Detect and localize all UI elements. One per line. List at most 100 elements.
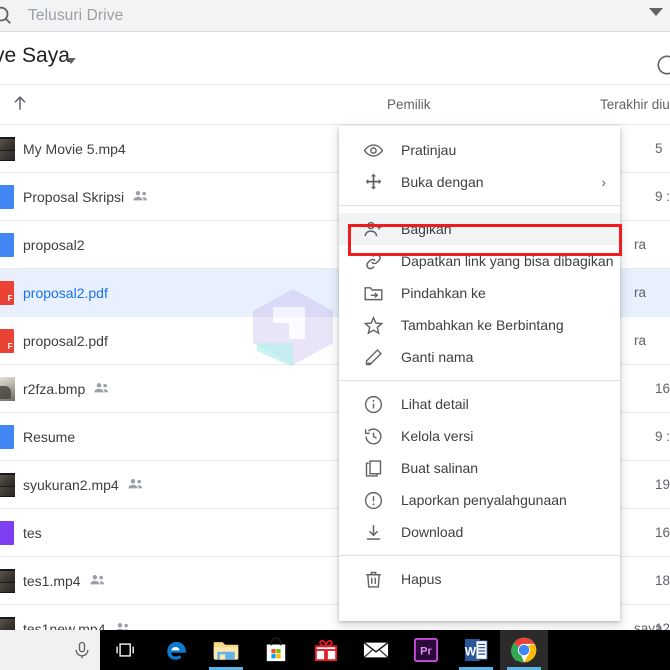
star-icon: [361, 313, 385, 337]
svg-text:Pr: Pr: [420, 646, 432, 658]
cell-modified: 18: [655, 573, 670, 588]
menu-item-label: Download: [401, 524, 464, 540]
menu-item-label: Tambahkan ke Berbintang: [401, 317, 564, 333]
windows-taskbar[interactable]: Pr W: [0, 630, 670, 670]
pencil-icon: [361, 345, 385, 369]
file-explorer-icon[interactable]: [202, 630, 250, 670]
open-with-icon: [361, 170, 385, 194]
microsoft-edge-icon[interactable]: [153, 630, 201, 670]
file-name[interactable]: proposal2: [23, 221, 85, 269]
search-bar[interactable]: Telusuri Drive: [0, 0, 670, 31]
pdf-file-icon: [0, 281, 15, 305]
page-title: ve Saya: [0, 44, 70, 67]
menu-item-download[interactable]: Download: [339, 516, 620, 548]
search-icon[interactable]: [0, 3, 14, 27]
microsoft-store-icon[interactable]: [252, 630, 300, 670]
google-slides-icon: [0, 521, 15, 545]
menu-item-tambahkan-ke-berbintang[interactable]: Tambahkan ke Berbintang: [339, 309, 620, 341]
menu-item-label: Buat salinan: [401, 460, 479, 476]
menu-item-label: Buka dengan: [401, 174, 484, 190]
menu-item-buka-dengan[interactable]: Buka dengan ›: [339, 166, 620, 198]
link-icon: [361, 249, 385, 273]
menu-item-dapatkan-link-yang-bisa-dibagikan[interactable]: Dapatkan link yang bisa dibagikan: [339, 245, 620, 277]
file-name[interactable]: Resume: [23, 413, 75, 461]
chevron-down-icon[interactable]: [66, 58, 76, 64]
menu-item-label: Dapatkan link yang bisa dibagikan: [401, 253, 614, 269]
google-drive-window: Telusuri Drive ve Saya Pemilik Terakhir …: [0, 0, 670, 670]
menu-item-label: Pratinjau: [401, 142, 457, 158]
shared-people-icon: [114, 621, 131, 630]
task-view-icon[interactable]: [102, 630, 150, 670]
help-icon[interactable]: [656, 54, 670, 76]
history-icon: [361, 424, 385, 448]
file-name[interactable]: tes1new.mp4: [23, 605, 106, 630]
file-name[interactable]: tes1.mp4: [23, 557, 81, 605]
google-chrome-icon[interactable]: [500, 630, 548, 670]
cell-modified: 19: [655, 477, 670, 492]
trash-icon: [361, 567, 385, 591]
context-menu[interactable]: Pratinjau Buka dengan › Bagikan Dapatkan lin…: [339, 126, 620, 621]
video-file-icon: [0, 137, 15, 161]
cell-modified: 16: [655, 525, 670, 540]
google-docs-icon: [0, 185, 15, 209]
search-input-placeholder[interactable]: Telusuri Drive: [28, 0, 123, 31]
column-header-owner[interactable]: Pemilik: [387, 85, 431, 124]
menu-item-label: Laporkan penyalahgunaan: [401, 492, 567, 508]
menu-item-label: Pindahkan ke: [401, 285, 486, 301]
menu-item-label: Hapus: [401, 571, 442, 587]
menu-separator: [339, 380, 620, 381]
menu-item-pindahkan-ke[interactable]: Pindahkan ke: [339, 277, 620, 309]
download-icon: [361, 520, 385, 544]
copy-icon: [361, 456, 385, 480]
file-name[interactable]: tes: [23, 509, 42, 557]
menu-item-lihat-detail[interactable]: Lihat detail: [339, 388, 620, 420]
cell-modified: 5: [655, 141, 663, 156]
file-name[interactable]: proposal2.pdf: [23, 317, 108, 365]
menu-item-label: Bagikan: [401, 221, 452, 237]
menu-item-ganti-nama[interactable]: Ganti nama: [339, 341, 620, 373]
file-name[interactable]: My Movie 5.mp4: [23, 125, 126, 173]
menu-item-label: Ganti nama: [401, 349, 474, 365]
shared-people-icon: [132, 189, 149, 204]
file-name[interactable]: Proposal Skripsi: [23, 173, 124, 221]
image-file-icon: [0, 377, 15, 401]
menu-item-bagikan[interactable]: Bagikan: [339, 213, 620, 245]
menu-item-pratinjau[interactable]: Pratinjau: [339, 134, 620, 166]
cell-owner: ra: [634, 333, 647, 348]
mail-icon[interactable]: [352, 630, 400, 670]
premiere-pro-icon[interactable]: Pr: [402, 630, 450, 670]
google-docs-icon: [0, 233, 15, 257]
cell-modified: 12 Jul 2019: [655, 621, 670, 630]
chevron-right-icon: ›: [601, 174, 606, 190]
gift-icon[interactable]: [302, 630, 350, 670]
pdf-file-icon: [0, 329, 15, 353]
menu-item-label: Kelola versi: [401, 428, 474, 444]
cell-modified: 16: [655, 381, 670, 396]
shared-people-icon: [127, 477, 144, 492]
caret-down-icon[interactable]: [649, 8, 663, 16]
arrow-up-icon[interactable]: [10, 93, 32, 115]
menu-item-buat-salinan[interactable]: Buat salinan: [339, 452, 620, 484]
cell-modified: 9 :: [655, 429, 670, 444]
menu-item-laporkan-penyalahgunaan[interactable]: Laporkan penyalahgunaan: [339, 484, 620, 516]
cell-owner: ra: [634, 285, 647, 300]
column-header-modified[interactable]: Terakhir diu: [600, 85, 670, 124]
shared-people-icon: [89, 573, 106, 588]
svg-text:W: W: [465, 645, 477, 659]
cell-owner: ra: [634, 237, 647, 252]
google-docs-icon: [0, 425, 15, 449]
video-file-icon: [0, 617, 15, 630]
menu-item-kelola-versi[interactable]: Kelola versi: [339, 420, 620, 452]
file-name[interactable]: proposal2.pdf: [23, 269, 108, 317]
menu-item-hapus[interactable]: Hapus: [339, 563, 620, 595]
cortana-mic-icon[interactable]: [58, 630, 106, 670]
shared-people-icon: [93, 381, 110, 396]
info-icon: [361, 392, 385, 416]
move-to-folder-icon: [361, 281, 385, 305]
video-file-icon: [0, 569, 15, 593]
microsoft-word-icon[interactable]: W: [452, 630, 500, 670]
menu-separator: [339, 205, 620, 206]
column-headers: Pemilik Terakhir diu: [0, 85, 670, 124]
file-name[interactable]: r2fza.bmp: [23, 365, 85, 413]
file-name[interactable]: syukuran2.mp4: [23, 461, 119, 509]
